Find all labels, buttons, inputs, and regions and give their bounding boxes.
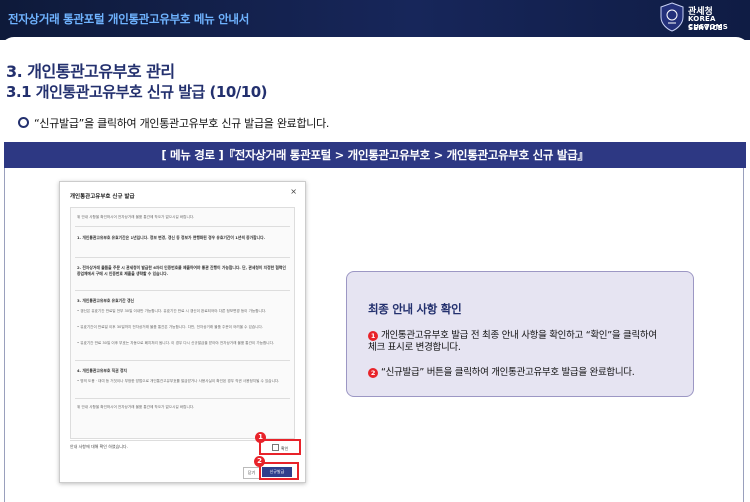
notice-item-4-heading: 4. 개인통관고유부호 직권 정지 xyxy=(77,368,127,373)
notice-item-1: 1. 개인통관고유부호 유효기간은 1년입니다. 정보 변경, 갱신 등 정보가… xyxy=(77,235,266,240)
section-subheading: 3.1 개인통관고유부호 신규 발급 (10/10) xyxy=(6,83,268,101)
notice-intro: 위 안내 사항을 확인하시어 전자상거래 물품 통관에 착오가 없으시길 바랍니… xyxy=(77,215,195,219)
notice-item-3-bullet-2: • 유효기간이 만료일 이후 30일까지 전자상거래 물품 통관은 가능합니다.… xyxy=(77,325,263,329)
logo-english-line2: SERVICE xyxy=(688,24,723,32)
modal-title: 개인통관고유부호 신규 발급 xyxy=(70,194,135,200)
instruction-bullet: “신규발급”을 클릭하여 개인통관고유부호 신규 발급을 완료합니다. xyxy=(18,115,329,131)
divider xyxy=(75,398,290,399)
step-1-line-1: 개인통관고유부호 발급 전 최종 안내 사항을 확인하고 “확인”을 클릭하여 xyxy=(381,330,657,341)
menu-path-bar: [ 메뉴 경로 ]『전자상거래 통관포털 > 개인통관고유부호 > 개인통관고유… xyxy=(4,142,746,168)
final-notice-step-1: 1 개인통관고유부호 발급 전 최종 안내 사항을 확인하고 “확인”을 클릭하여… xyxy=(368,330,688,354)
step-2-text: “신규발급” 버튼을 클릭하여 개인통관고유부호 발급을 완료합니다. xyxy=(381,367,635,378)
step-number-badge: 1 xyxy=(368,331,378,341)
notice-item-3-bullet-1: • 갱신은 유효기간 만료일 전부 30일 이내만 가능합니다. 유효기간 만료… xyxy=(77,309,267,313)
step-marker-1: 1 xyxy=(255,432,266,443)
divider xyxy=(75,226,290,227)
ring-bullet-icon xyxy=(18,117,29,128)
section-heading: 3. 개인통관고유부호 관리 xyxy=(6,62,175,81)
divider xyxy=(75,257,290,258)
confirm-statement: 안내 사항에 대해 확인 하였습니다. xyxy=(70,444,128,449)
notice-item-3-bullet-3: • 유효기간 만료 30일 이후 부호는 자동으로 폐지처리 됩니다. 이 경우… xyxy=(77,341,275,345)
top-banner: 전자상거래 통관포털 개인통관고유부호 메뉴 안내서 관세청 KOREA CUS… xyxy=(0,0,750,40)
step-1-line-2: 체크 표시로 변경합니다. xyxy=(368,342,461,353)
divider xyxy=(75,290,290,291)
notice-outro: 위 안내 사항을 확인하시어 전자상거래 물품 통관에 착오가 없으시길 바랍니… xyxy=(77,405,195,409)
close-button[interactable]: 닫기 xyxy=(243,467,260,479)
notice-item-2: 2. 전자상거래 물품을 주문 시 관세청이 발급한 6자리 인증번호를 제출하… xyxy=(77,265,286,276)
final-notice-step-2: 2 “신규발급” 버튼을 클릭하여 개인통관고유부호 발급을 완료합니다. xyxy=(368,367,688,379)
issue-modal: 개인통관고유부호 신규 발급 × 위 안내 사항을 확인하시어 전자상거래 물품… xyxy=(59,181,306,483)
notice-item-4-bullet-1: • 명의 도용 · 대여 등 거짓이나 부정한 방법으로 개인통관고유부호를 발… xyxy=(77,379,280,383)
document-title: 전자상거래 통관포털 개인통관고유부호 메뉴 안내서 xyxy=(8,12,249,26)
final-notice-box: 최종 안내 사항 확인 1 개인통관고유부호 발급 전 최종 안내 사항을 확인하… xyxy=(346,271,694,397)
notice-item-3-heading: 3. 개인통관고유부호 유효기간 갱신 xyxy=(77,298,134,303)
step-marker-2: 2 xyxy=(254,456,265,467)
content-top-curve xyxy=(0,37,750,51)
customs-emblem-icon xyxy=(660,2,684,32)
instruction-text: “신규발급”을 클릭하여 개인통관고유부호 신규 발급을 완료합니다. xyxy=(34,117,330,130)
step-number-badge: 2 xyxy=(368,368,378,378)
highlight-issue-button xyxy=(259,462,299,480)
modal-notice-panel: 위 안내 사항을 확인하시어 전자상거래 물품 통관에 착오가 없으시길 바랍니… xyxy=(70,207,295,439)
highlight-confirm-checkbox xyxy=(259,439,301,455)
final-notice-title: 최종 안내 사항 확인 xyxy=(368,302,462,316)
divider xyxy=(75,360,290,361)
modal-close-icon[interactable]: × xyxy=(290,187,297,196)
